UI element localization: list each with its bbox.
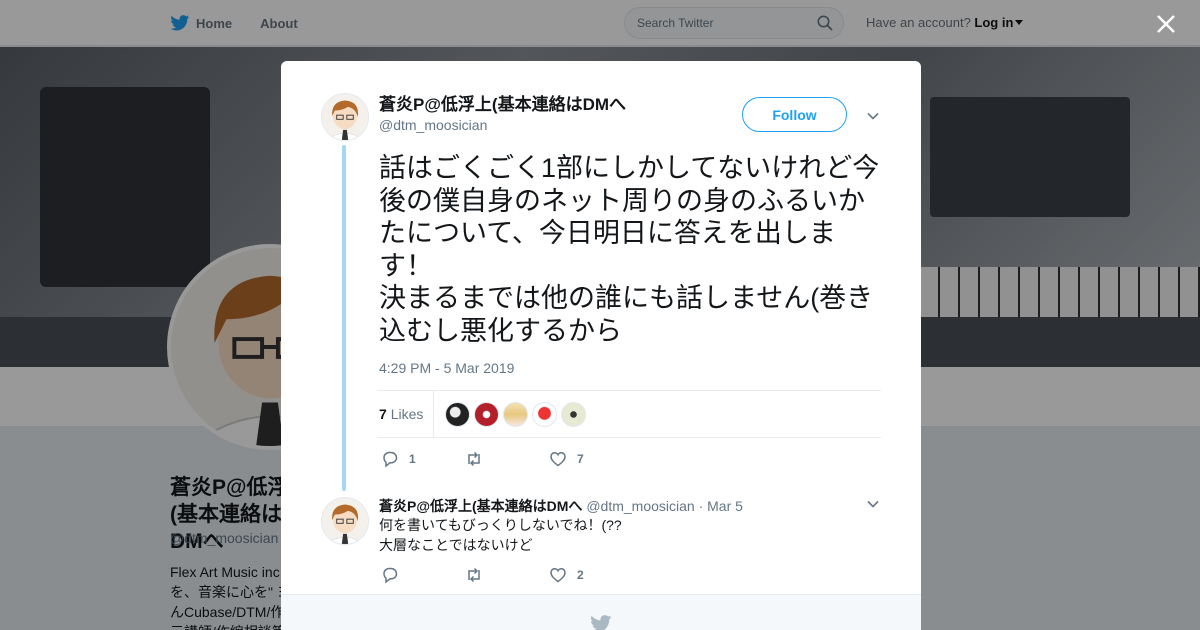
liker-avatars [445, 402, 586, 427]
likes-count: 7 [379, 406, 387, 422]
reply-text: 何を書いてもびっくりしないでね！(?? 大層なことではないけど [379, 517, 622, 553]
reply-button[interactable] [381, 566, 465, 584]
close-icon[interactable] [1154, 12, 1178, 36]
follow-button[interactable]: Follow [742, 97, 847, 132]
modal-footer [281, 594, 921, 630]
tweet-actions: 1 7 [381, 450, 633, 468]
tweet-author-name[interactable]: 蒼炎P@低浮上(基本連絡はDMへ [379, 95, 626, 115]
reply-header: 蒼炎P@低浮上(基本連絡はDMへ @dtm_moosician · Mar 5 [379, 496, 743, 516]
tweet-text: 話はごくごく1部にしかしてないけれど今後の僕自身のネット周りの身のふるいかたにつ… [379, 153, 880, 346]
like-button[interactable]: 2 [549, 566, 633, 584]
reply-author-handle[interactable]: @dtm_moosician [586, 498, 694, 514]
like-count: 7 [577, 452, 584, 466]
thread-connector [342, 145, 346, 491]
heart-icon [550, 568, 566, 583]
reply-icon [383, 451, 398, 468]
likes-label: Likes [390, 406, 424, 422]
reply-author-name[interactable]: 蒼炎P@低浮上(基本連絡はDMへ [379, 498, 582, 514]
reply-icon [383, 567, 398, 584]
avatar-illustration [322, 498, 368, 544]
liker-avatar[interactable] [503, 402, 528, 427]
chevron-down-icon[interactable] [866, 497, 880, 511]
like-count: 2 [577, 568, 584, 582]
tweet-author-handle[interactable]: @dtm_moosician [379, 117, 626, 133]
like-button[interactable]: 7 [549, 450, 633, 468]
reply-date[interactable]: · Mar 5 [699, 498, 743, 514]
stats-divider [433, 391, 434, 438]
tweet-timestamp[interactable]: 4:29 PM - 5 Mar 2019 [379, 360, 514, 376]
liker-avatar[interactable] [561, 402, 586, 427]
retweet-icon [468, 451, 480, 467]
twitter-bird-icon [591, 615, 612, 630]
retweet-button[interactable] [465, 450, 549, 468]
avatar-illustration [322, 94, 368, 140]
reply-button[interactable]: 1 [381, 450, 465, 468]
tweet-modal: 蒼炎P@低浮上(基本連絡はDMへ @dtm_moosician Follow 話… [281, 61, 921, 630]
liker-avatar[interactable] [445, 402, 470, 427]
liker-avatar[interactable] [532, 402, 557, 427]
heart-icon [550, 452, 566, 467]
reply-author-avatar[interactable] [321, 497, 369, 545]
tweet-author-avatar[interactable] [321, 93, 369, 141]
liker-avatar[interactable] [474, 402, 499, 427]
retweet-button[interactable] [465, 566, 549, 584]
retweet-icon [468, 567, 480, 583]
tweet-stats: 7 Likes [377, 390, 881, 438]
chevron-down-icon[interactable] [866, 109, 880, 123]
likes-stat[interactable]: 7 Likes [379, 406, 423, 422]
reply-actions: 2 [381, 566, 633, 584]
reply-count: 1 [409, 452, 416, 466]
tweet-author: 蒼炎P@低浮上(基本連絡はDMへ @dtm_moosician [379, 95, 626, 133]
